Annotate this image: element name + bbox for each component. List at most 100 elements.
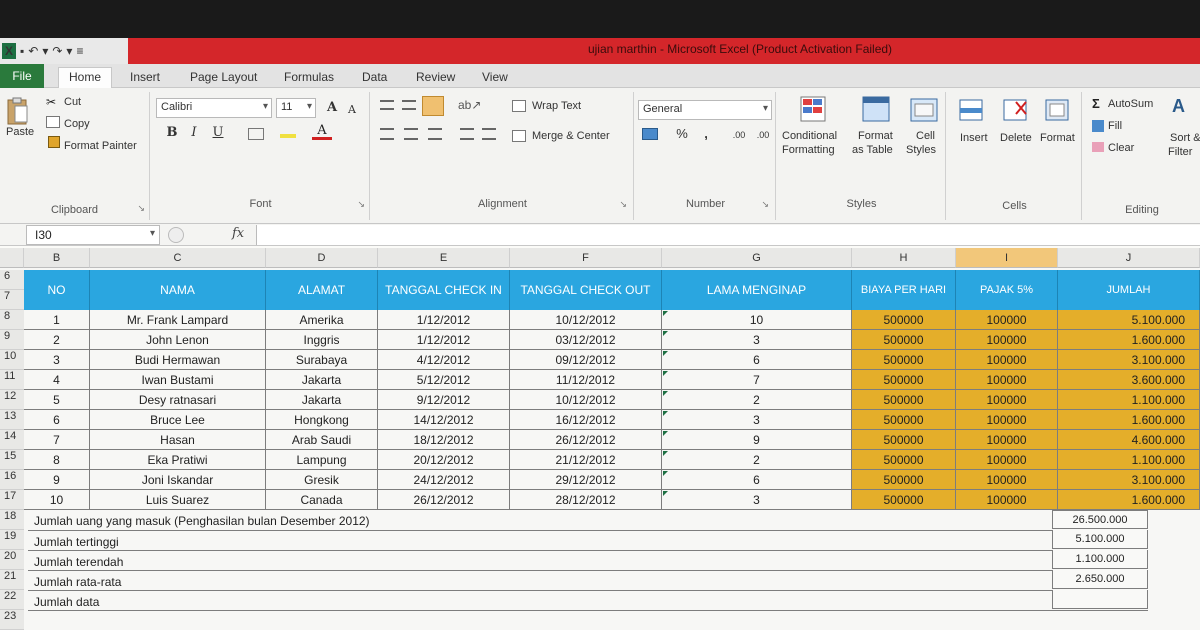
cell-lama-menginap[interactable]: 9: [662, 430, 852, 450]
chevron-down-icon[interactable]: ▾: [150, 228, 155, 239]
cell-jumlah[interactable]: 1.100.000: [1058, 390, 1200, 410]
column-header-i[interactable]: I: [956, 248, 1058, 268]
cell-check-out[interactable]: 10/12/2012: [510, 310, 662, 330]
wrap-text-button[interactable]: Wrap Text: [532, 100, 581, 112]
column-header-c[interactable]: C: [90, 248, 266, 268]
cell-alamat[interactable]: Lampung: [266, 450, 378, 470]
cell-check-in[interactable]: 4/12/2012: [378, 350, 510, 370]
dialog-launcher-icon[interactable]: ↘: [619, 199, 627, 210]
row-header[interactable]: 9: [0, 330, 24, 350]
cell-biaya[interactable]: 500000: [852, 310, 956, 330]
align-bottom-icon[interactable]: [422, 96, 444, 116]
cell-check-out[interactable]: 21/12/2012: [510, 450, 662, 470]
conditional-formatting-label[interactable]: Conditional: [782, 130, 837, 142]
percent-button[interactable]: %: [672, 125, 692, 143]
font-name-select[interactable]: Calibri: [156, 98, 272, 118]
summary-value-avg[interactable]: 2.650.000: [1052, 570, 1148, 589]
fill-icon[interactable]: [1092, 120, 1104, 132]
header-cell-check-in[interactable]: TANGGAL CHECK IN: [378, 270, 510, 310]
font-size-select[interactable]: 11: [276, 98, 316, 118]
cell-biaya[interactable]: 500000: [852, 430, 956, 450]
cell-lama-menginap[interactable]: 7: [662, 370, 852, 390]
cell-alamat[interactable]: Gresik: [266, 470, 378, 490]
cell-check-in[interactable]: 9/12/2012: [378, 390, 510, 410]
cell-nama[interactable]: Iwan Bustami: [90, 370, 266, 390]
format-cells-icon[interactable]: [1044, 96, 1072, 124]
header-cell-nama[interactable]: NAMA: [90, 270, 266, 310]
cell-lama-menginap[interactable]: 6: [662, 350, 852, 370]
borders-icon[interactable]: [248, 128, 264, 140]
row-header[interactable]: 6: [0, 270, 24, 290]
cell-check-in[interactable]: 1/12/2012: [378, 330, 510, 350]
cell-check-out[interactable]: 28/12/2012: [510, 490, 662, 510]
cell-jumlah[interactable]: 1.600.000: [1058, 410, 1200, 430]
row-header[interactable]: 15: [0, 450, 24, 470]
cell-lama-menginap[interactable]: 2: [662, 390, 852, 410]
format-as-table-label-2[interactable]: as Table: [852, 144, 893, 156]
tab-formulas[interactable]: Formulas: [274, 68, 344, 88]
column-header-h[interactable]: H: [852, 248, 956, 268]
cell-pajak[interactable]: 100000: [956, 470, 1058, 490]
decrease-indent-icon[interactable]: [460, 128, 474, 140]
cell-biaya[interactable]: 500000: [852, 410, 956, 430]
column-header-e[interactable]: E: [378, 248, 510, 268]
orientation-icon[interactable]: ab↗: [458, 98, 481, 112]
cell-nama[interactable]: Joni Iskandar: [90, 470, 266, 490]
summary-label-min[interactable]: Jumlah terendah: [34, 555, 123, 569]
cell-nama[interactable]: Desy ratnasari: [90, 390, 266, 410]
column-header-d[interactable]: D: [266, 248, 378, 268]
merge-center-icon[interactable]: [512, 130, 526, 142]
summary-value-min[interactable]: 1.100.000: [1052, 550, 1148, 569]
align-left-icon[interactable]: [380, 128, 394, 140]
cell-check-in[interactable]: 26/12/2012: [378, 490, 510, 510]
header-cell-no[interactable]: NO: [24, 270, 90, 310]
cell-lama-menginap[interactable]: 3: [662, 410, 852, 430]
cell-nama[interactable]: Luis Suarez: [90, 490, 266, 510]
row-header[interactable]: 18: [0, 510, 24, 530]
cell-nama[interactable]: Mr. Frank Lampard: [90, 310, 266, 330]
cell-biaya[interactable]: 500000: [852, 330, 956, 350]
header-cell-check-out[interactable]: TANGGAL CHECK OUT: [510, 270, 662, 310]
increase-decimal-button[interactable]: .00: [728, 126, 750, 144]
cell-pajak[interactable]: 100000: [956, 410, 1058, 430]
tab-page-layout[interactable]: Page Layout: [180, 68, 267, 88]
format-painter-icon[interactable]: [48, 136, 60, 148]
cell-alamat[interactable]: Hongkong: [266, 410, 378, 430]
column-header-b[interactable]: B: [24, 248, 90, 268]
cell-no[interactable]: 8: [24, 450, 90, 470]
row-header[interactable]: 17: [0, 490, 24, 510]
cell-check-in[interactable]: 14/12/2012: [378, 410, 510, 430]
cell-check-in[interactable]: 24/12/2012: [378, 470, 510, 490]
cell-no[interactable]: 2: [24, 330, 90, 350]
cell-check-out[interactable]: 10/12/2012: [510, 390, 662, 410]
cell-lama-menginap[interactable]: 6: [662, 470, 852, 490]
bold-button[interactable]: B: [162, 124, 182, 142]
cell-jumlah[interactable]: 3.600.000: [1058, 370, 1200, 390]
column-header-f[interactable]: F: [510, 248, 662, 268]
fill-color-icon[interactable]: [280, 126, 296, 138]
column-header-g[interactable]: G: [662, 248, 852, 268]
cell-styles-label[interactable]: Cell: [916, 130, 935, 142]
tab-file[interactable]: File: [0, 64, 44, 88]
row-header[interactable]: 11: [0, 370, 24, 390]
row-header[interactable]: 12: [0, 390, 24, 410]
cell-no[interactable]: 3: [24, 350, 90, 370]
format-cells-button[interactable]: Format: [1040, 132, 1075, 144]
underline-button[interactable]: U: [208, 124, 228, 142]
row-header[interactable]: 22: [0, 590, 24, 610]
summary-label-total[interactable]: Jumlah uang yang masuk (Penghasilan bula…: [34, 514, 370, 528]
clear-icon[interactable]: [1092, 142, 1104, 152]
cell-no[interactable]: 5: [24, 390, 90, 410]
delete-cells-button[interactable]: Delete: [1000, 132, 1032, 144]
summary-value-max[interactable]: 5.100.000: [1052, 530, 1148, 549]
align-center-icon[interactable]: [404, 128, 418, 140]
tab-data[interactable]: Data: [352, 68, 397, 88]
cell-lama-menginap[interactable]: 3: [662, 490, 852, 510]
cell-nama[interactable]: Hasan: [90, 430, 266, 450]
cell-styles-icon[interactable]: [910, 96, 938, 124]
dialog-launcher-icon[interactable]: ↘: [137, 203, 145, 214]
cell-pajak[interactable]: 100000: [956, 330, 1058, 350]
cell-no[interactable]: 9: [24, 470, 90, 490]
cell-lama-menginap[interactable]: 10: [662, 310, 852, 330]
formula-input[interactable]: [256, 225, 1200, 245]
